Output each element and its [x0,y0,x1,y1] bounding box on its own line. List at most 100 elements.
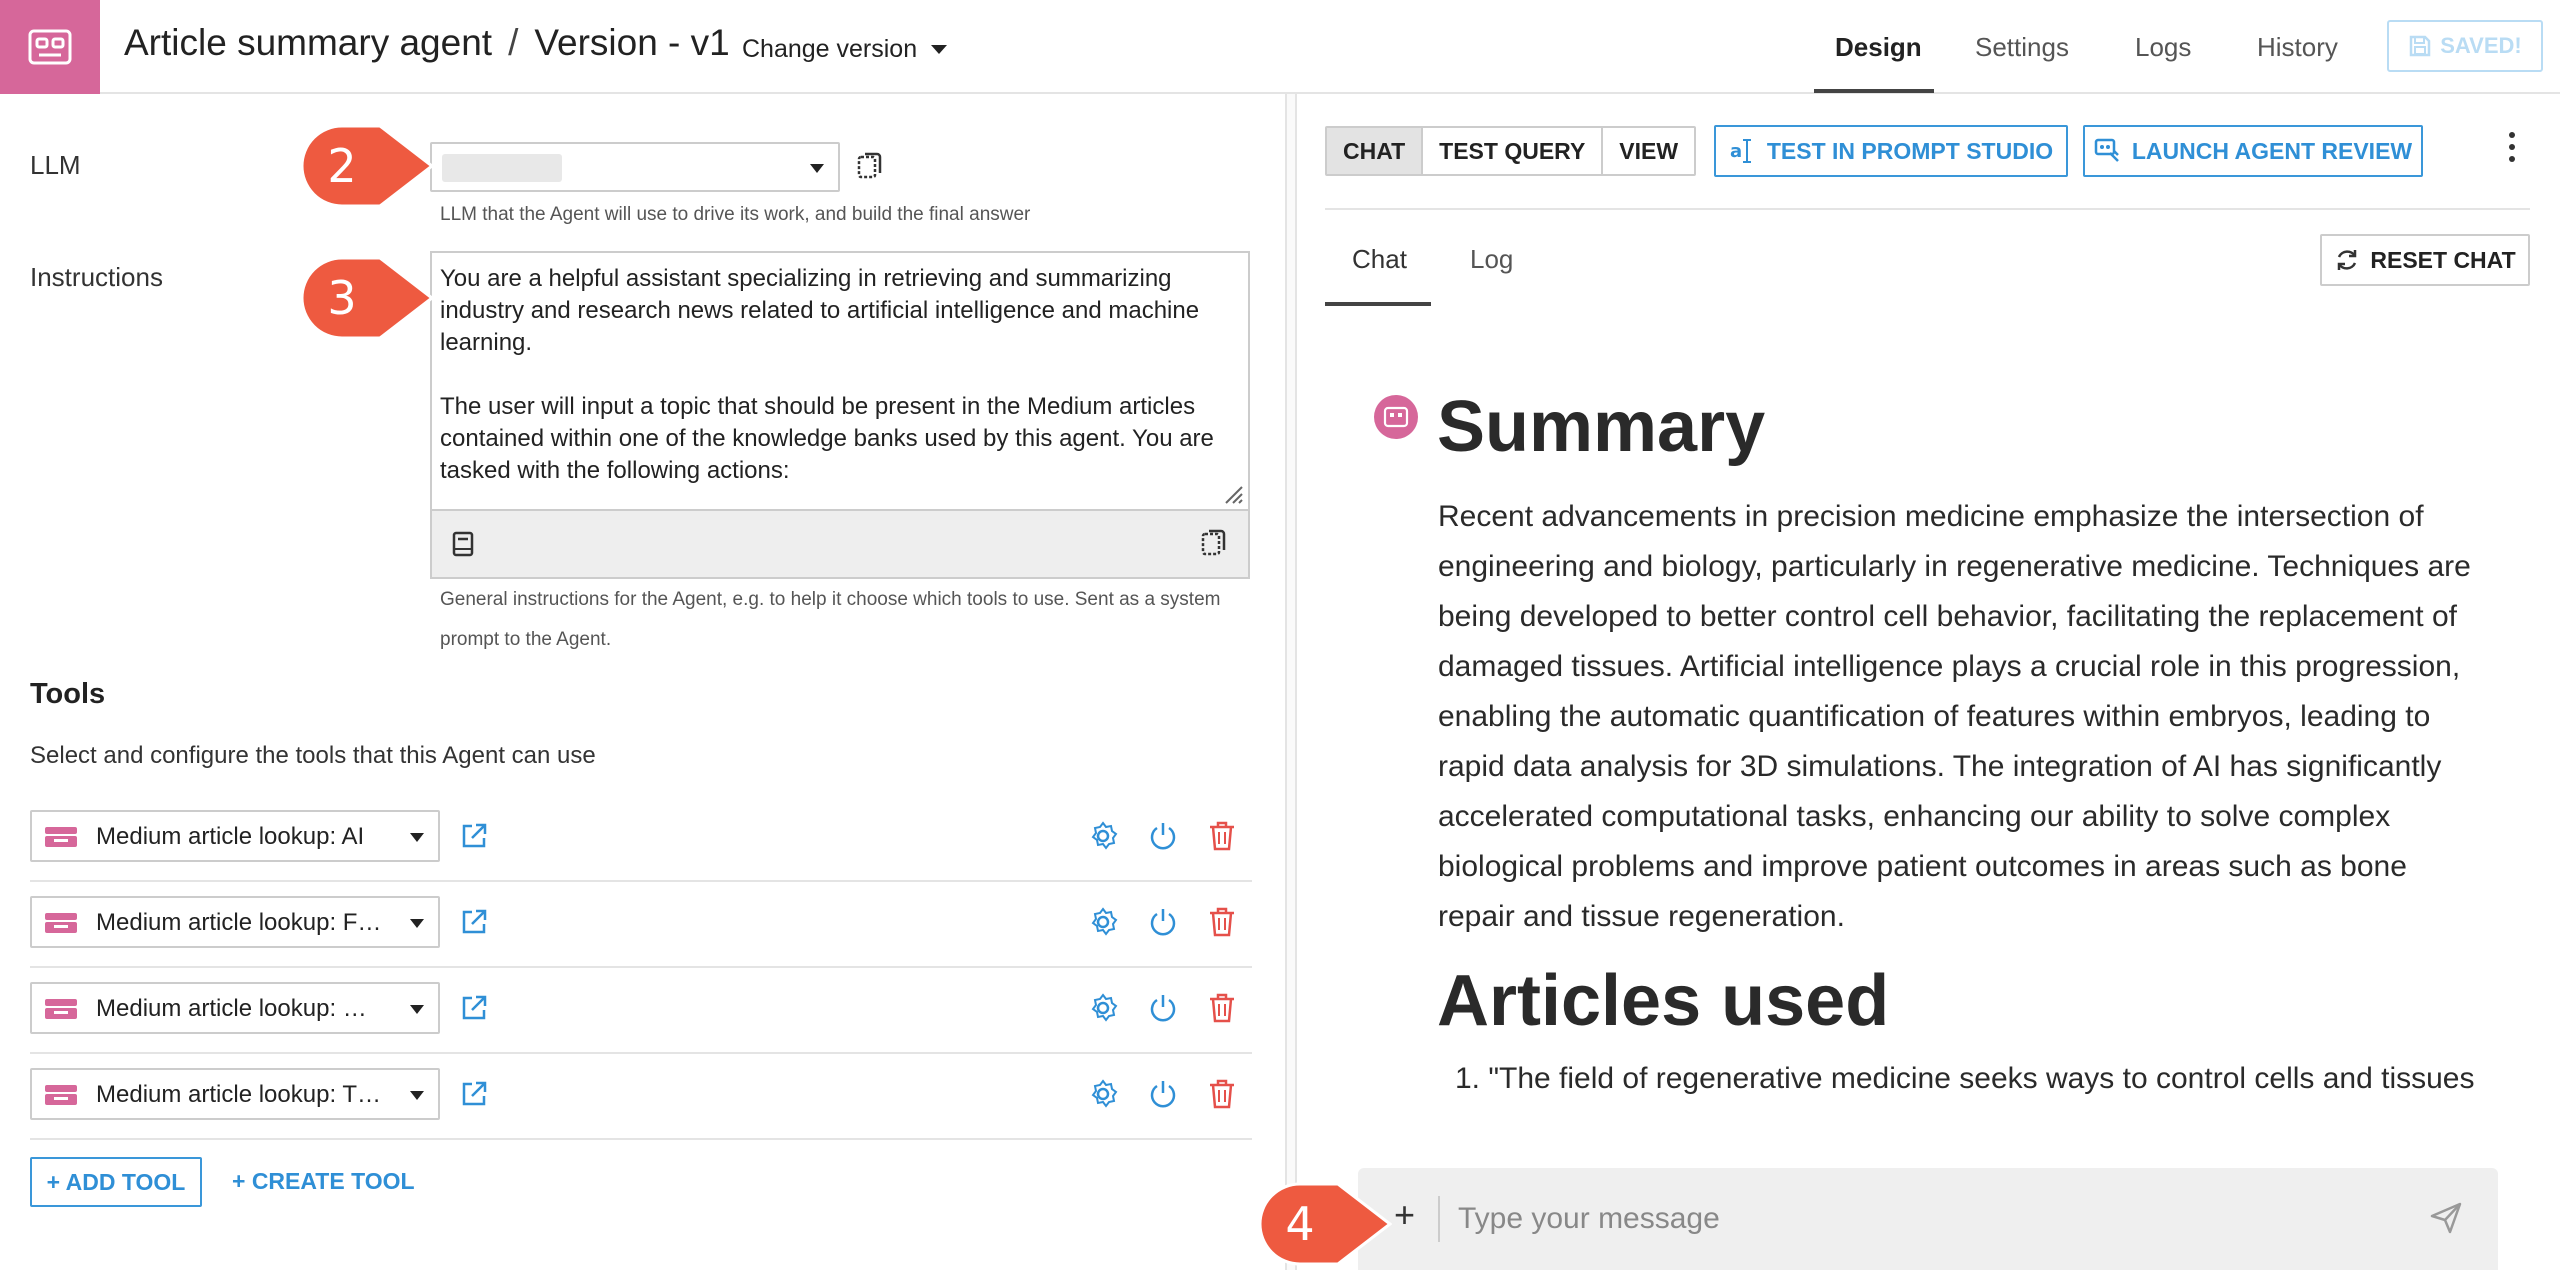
active-tab-indicator [1814,89,1934,93]
gear-icon[interactable] [1088,821,1118,851]
trash-icon[interactable] [1208,1078,1236,1110]
tab-history[interactable]: History [2257,32,2338,63]
copy-icon[interactable] [1200,527,1230,559]
prompt-studio-icon: a [1730,139,1751,163]
callout-number: 2 [327,139,357,193]
external-link-icon[interactable] [460,908,488,936]
tool-label: Medium article lookup: T… [96,1081,381,1108]
tool-row: Medium article lookup: … [30,968,1252,1054]
segment-chat[interactable]: CHAT [1327,128,1424,174]
segment-test-query[interactable]: TEST QUERY [1423,128,1604,174]
instructions-toolbar [430,511,1250,579]
change-version-label: Change version [742,35,918,63]
view-mode-toggle: CHAT TEST QUERY VIEW [1325,126,1697,176]
refresh-icon [2338,250,2357,270]
gear-icon[interactable] [1088,907,1118,937]
app-header: Article summary agent / Version - v1 Chang… [0,0,2560,94]
article-list-item: 1. "The field of regenerative medicine s… [1455,1062,2475,1095]
tool-label: Medium article lookup: … [96,995,367,1022]
tool-select[interactable]: Medium article lookup: F… [30,896,440,948]
tab-settings[interactable]: Settings [1975,32,2069,63]
power-icon[interactable] [1148,821,1178,851]
message-heading-articles: Articles used [1437,961,1890,1041]
tools-title: Tools [30,678,106,710]
gear-icon[interactable] [1088,993,1118,1023]
subtab-chat[interactable]: Chat [1352,244,1407,275]
trash-icon[interactable] [1208,820,1236,852]
knowledge-bank-icon [45,913,77,933]
attach-plus-button[interactable]: + [1394,1194,1415,1236]
callout-number: 4 [1285,1197,1315,1251]
gear-icon[interactable] [1088,1079,1118,1109]
test-in-prompt-studio-button[interactable]: a TEST IN PROMPT STUDIO [1714,125,2068,177]
llm-label: LLM [30,150,81,180]
tab-design[interactable]: Design [1835,32,1922,63]
tab-logs[interactable]: Logs [2135,32,2191,63]
reset-chat-label: RESET CHAT [2370,246,2516,273]
create-tool-button[interactable]: + CREATE TOOL [232,1168,415,1195]
knowledge-bank-icon [45,999,77,1019]
external-link-icon[interactable] [460,822,488,850]
chevron-down-icon [410,1091,424,1100]
callout-3: 3 [300,256,434,340]
instructions-paragraph: You are a helpful assistant specializing… [440,265,1200,356]
instructions-label: Instructions [30,262,163,292]
resize-handle-icon[interactable] [1222,483,1244,505]
chevron-down-icon [810,164,824,173]
saved-button[interactable]: SAVED! [2387,20,2543,72]
segment-view[interactable]: VIEW [1603,128,1694,174]
book-icon[interactable] [452,531,474,557]
svg-text:a: a [1730,141,1742,162]
power-icon[interactable] [1148,1079,1178,1109]
knowledge-bank-icon [45,1085,77,1105]
message-input[interactable]: Type your message [1458,1202,1720,1236]
external-link-icon[interactable] [460,994,488,1022]
callout-number: 3 [327,271,357,325]
more-options-icon[interactable] [2509,132,2517,168]
llm-select[interactable] [430,142,840,192]
message-body: Recent advancements in precision medicin… [1438,500,2471,933]
knowledge-bank-icon [45,827,77,847]
test-in-prompt-studio-label: TEST IN PROMPT STUDIO [1766,137,2054,164]
instructions-paragraph: The user will input a topic that should … [440,393,1214,484]
launch-agent-review-button[interactable]: LAUNCH AGENT REVIEW [2083,125,2423,177]
tool-row: Medium article lookup: T… [30,1054,1252,1140]
add-tool-button[interactable]: + ADD TOOL [30,1157,202,1207]
chat-composer: + Type your message [1358,1168,2498,1270]
reset-chat-button[interactable]: RESET CHAT [2320,234,2530,286]
callout-4: 4 [1258,1182,1392,1266]
panel-resize-divider[interactable] [1285,94,1297,1270]
save-icon [2410,35,2431,57]
title-separator: / [508,22,519,63]
composer-separator [1438,1196,1440,1242]
tool-select[interactable]: Medium article lookup: T… [30,1068,440,1120]
agent-name: Article summary agent [124,22,493,63]
external-link-icon[interactable] [460,1080,488,1108]
llm-selected-value [442,154,562,182]
chevron-down-icon [410,833,424,842]
change-version-dropdown[interactable]: Change version [742,35,948,64]
tool-select[interactable]: Medium article lookup: … [30,982,440,1034]
copy-icon[interactable] [856,150,886,182]
chevron-down-icon [931,45,948,54]
tool-row: Medium article lookup: F… [30,882,1252,968]
message-heading-summary: Summary [1437,387,1766,467]
power-icon[interactable] [1148,907,1178,937]
agent-robot-icon [1383,406,1409,428]
tools-subtitle: Select and configure the tools that this… [30,742,596,769]
saved-label: SAVED! [2440,33,2522,58]
trash-icon[interactable] [1208,992,1236,1024]
tool-row: Medium article lookup: AI [30,796,1252,882]
chevron-down-icon [410,919,424,928]
trash-icon[interactable] [1208,906,1236,938]
send-icon[interactable] [2430,1202,2462,1234]
power-icon[interactable] [1148,993,1178,1023]
callout-2: 2 [300,124,434,208]
agent-logo [0,0,100,94]
instructions-hint: General instructions for the Agent, e.g.… [440,589,1221,650]
tool-select[interactable]: Medium article lookup: AI [30,810,440,862]
active-subtab-indicator [1325,302,1431,306]
instructions-textarea[interactable]: You are a helpful assistant specializing… [430,251,1250,511]
tool-label: Medium article lookup: F… [96,909,382,936]
subtab-log[interactable]: Log [1470,244,1513,275]
